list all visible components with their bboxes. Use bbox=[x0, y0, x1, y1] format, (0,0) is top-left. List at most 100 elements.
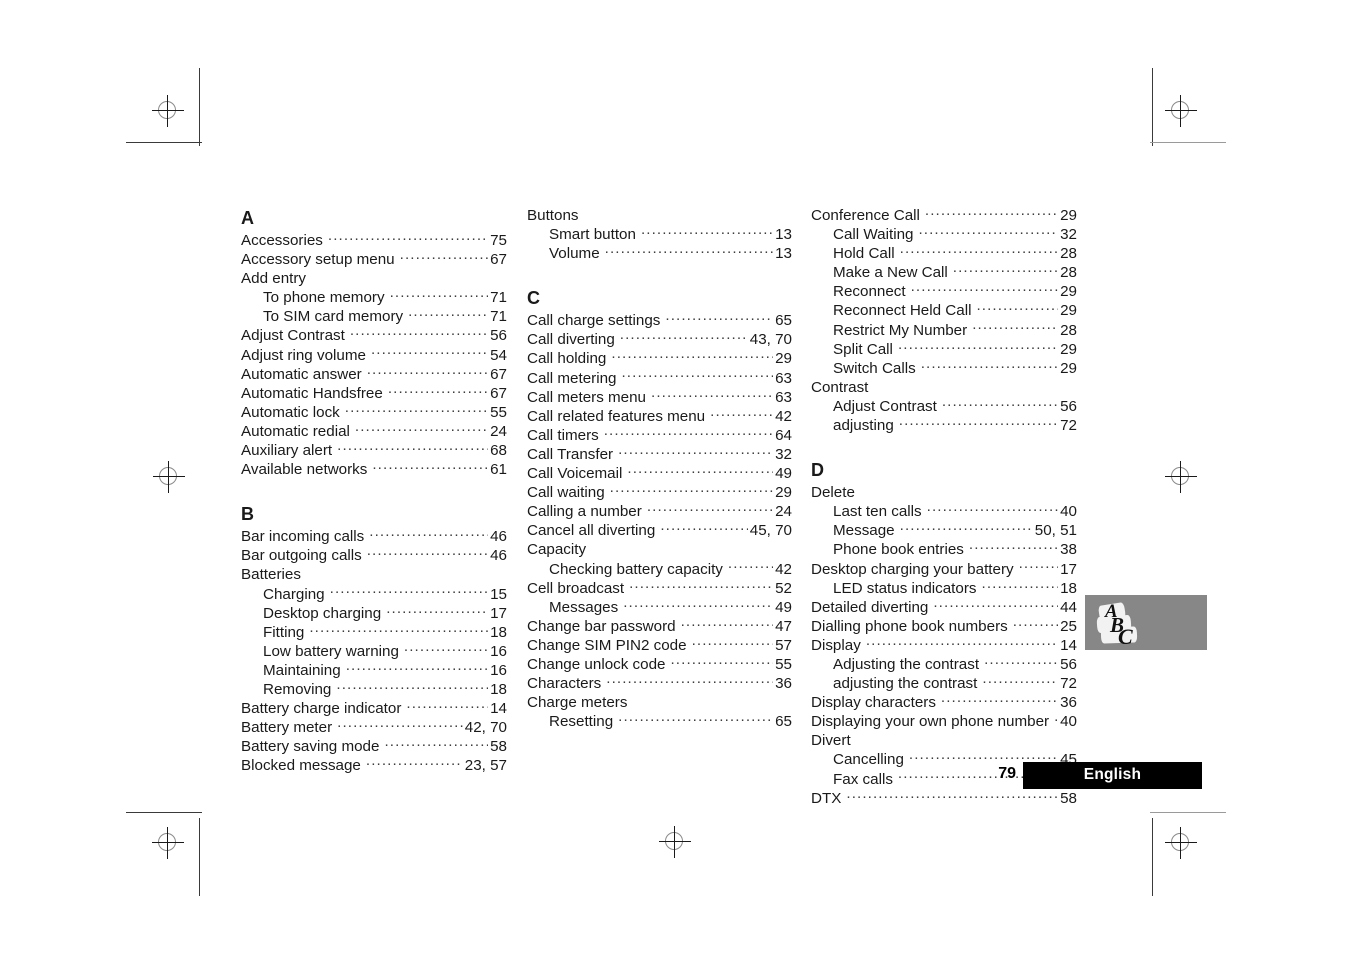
index-entry: Call charge settings 65 bbox=[527, 311, 792, 330]
index-entry-leader-dots bbox=[900, 521, 1033, 535]
index-entry-label: Delete bbox=[811, 484, 855, 502]
index-entry-label: Messages bbox=[549, 598, 619, 616]
index-entry: Change unlock code 55 bbox=[527, 655, 792, 674]
index-entry-label: Call Transfer bbox=[527, 445, 614, 463]
index-entry-label: Split Call bbox=[833, 340, 893, 358]
index-entry-label: Contrast bbox=[811, 378, 869, 396]
index-entry-page-number: 71 bbox=[490, 308, 507, 326]
index-entry-label: adjusting the contrast bbox=[833, 675, 978, 693]
index-entry: Make a New Call 28 bbox=[811, 263, 1077, 282]
index-entry-label: Last ten calls bbox=[833, 503, 922, 521]
index-entry-label: Removing bbox=[263, 680, 332, 698]
index-entry: Add entry bbox=[241, 269, 507, 288]
index-entry-leader-dots bbox=[371, 346, 488, 360]
index-entry-leader-dots bbox=[911, 282, 1058, 296]
index-entry-label: Fitting bbox=[263, 623, 305, 641]
index-entry-leader-dots bbox=[665, 311, 773, 325]
index-entry: Cancel all diverting 45, 70 bbox=[527, 521, 792, 540]
index-entry-label: Adjusting the contrast bbox=[833, 655, 980, 673]
index-entry: Call waiting 29 bbox=[527, 483, 792, 502]
index-entry-page-number: 65 bbox=[775, 713, 792, 731]
index-entry-page-number: 57 bbox=[775, 636, 792, 654]
index-entry-label: Bar incoming calls bbox=[241, 528, 365, 546]
index-entry: Phone book entries 38 bbox=[811, 540, 1077, 559]
index-entry-leader-dots bbox=[692, 636, 774, 650]
index-entry-page-number: 17 bbox=[490, 604, 507, 622]
index-entry-page-number: 32 bbox=[1060, 226, 1077, 244]
index-entry: Bar outgoing calls 46 bbox=[241, 546, 507, 565]
index-entry-page-number: 36 bbox=[1060, 694, 1077, 712]
index-entry-page-number: 14 bbox=[1060, 636, 1077, 654]
index-entry-leader-dots bbox=[921, 359, 1058, 373]
index-entry-page-number: 55 bbox=[775, 655, 792, 673]
index-entry: Call timers 64 bbox=[527, 426, 792, 445]
index-entry-label: Add entry bbox=[241, 270, 307, 288]
index-entry: Volume 13 bbox=[527, 244, 792, 263]
index-entry: Adjust ring volume 54 bbox=[241, 346, 507, 365]
index-entry-leader-dots bbox=[627, 464, 773, 478]
index-entry: Automatic answer 67 bbox=[241, 365, 507, 384]
index-entry-label: Call Waiting bbox=[833, 226, 914, 244]
index-entry-label: Change SIM PIN2 code bbox=[527, 636, 687, 654]
index-entry-page-number: 56 bbox=[1060, 655, 1077, 673]
index-entry-label: Reconnect bbox=[833, 283, 906, 301]
index-entry-page-number: 67 bbox=[490, 384, 507, 402]
index-entry-page-number: 56 bbox=[490, 327, 507, 345]
index-entry: Call meters menu 63 bbox=[527, 388, 792, 407]
index-entry: Automatic Handsfree 67 bbox=[241, 384, 507, 403]
index-entry-label: Capacity bbox=[527, 541, 587, 559]
index-entry-leader-dots bbox=[846, 789, 1058, 803]
index-entry-label: To phone memory bbox=[263, 289, 385, 307]
index-entry-leader-dots bbox=[629, 579, 773, 593]
index-entry-leader-dots bbox=[618, 445, 773, 459]
index-entry: Hold Call 28 bbox=[811, 244, 1077, 263]
index-entry-leader-dots bbox=[969, 540, 1058, 554]
index-entry-page-number: 28 bbox=[1060, 264, 1077, 282]
index-entry: Restrict My Number 28 bbox=[811, 321, 1077, 340]
index-entry: Low battery warning 16 bbox=[241, 642, 507, 661]
index-entry-leader-dots bbox=[337, 718, 463, 732]
index-entry: Displaying your own phone number 40 bbox=[811, 712, 1077, 731]
index-entry-label: Display characters bbox=[811, 694, 936, 712]
index-entry: Split Call 29 bbox=[811, 340, 1077, 359]
index-entry-page-number: 61 bbox=[490, 461, 507, 479]
index-entry-label: Displaying your own phone number bbox=[811, 713, 1050, 731]
index-entry: Characters 36 bbox=[527, 674, 792, 693]
index-entry: Dialling phone book numbers 25 bbox=[811, 617, 1077, 636]
index-entry: Delete bbox=[811, 483, 1077, 502]
index-entry-label: Call meters menu bbox=[527, 388, 647, 406]
index-entry-leader-dots bbox=[623, 598, 773, 612]
index-entry-leader-dots bbox=[336, 680, 488, 694]
index-entry-label: Auxiliary alert bbox=[241, 442, 333, 460]
index-entry-label: Make a New Call bbox=[833, 264, 948, 282]
index-entry: Battery saving mode 58 bbox=[241, 737, 507, 756]
index-entry-leader-dots bbox=[400, 250, 488, 264]
index-entry-leader-dots bbox=[610, 483, 773, 497]
index-entry-label: Change bar password bbox=[527, 617, 676, 635]
index-entry-page-number: 29 bbox=[1060, 302, 1077, 320]
index-entry-page-number: 38 bbox=[1060, 541, 1077, 559]
index-entry-page-number: 24 bbox=[775, 503, 792, 521]
index-entry: To SIM card memory 71 bbox=[241, 307, 507, 326]
index-entry-page-number: 45, 70 bbox=[749, 522, 792, 540]
index-entry-leader-dots bbox=[408, 307, 488, 321]
index-entry-label: Volume bbox=[549, 245, 600, 263]
index-entry-label: Accessory setup menu bbox=[241, 251, 395, 269]
index-entry-page-number: 42 bbox=[775, 560, 792, 578]
index-entry-page-number: 55 bbox=[490, 403, 507, 421]
index-entry: Bar incoming calls 46 bbox=[241, 527, 507, 546]
page-footer: 79 English bbox=[988, 762, 1202, 789]
index-entry-label: Characters bbox=[527, 675, 602, 693]
index-entry: Automatic redial 24 bbox=[241, 422, 507, 441]
index-entry-label: Call waiting bbox=[527, 484, 605, 502]
index-entry-leader-dots bbox=[620, 330, 748, 344]
index-entry-label: Change unlock code bbox=[527, 655, 666, 673]
index-entry-label: To SIM card memory bbox=[263, 308, 404, 326]
index-entry-label: Checking battery capacity bbox=[549, 560, 723, 578]
index-entry-page-number: 52 bbox=[775, 579, 792, 597]
index-entry-page-number: 50, 51 bbox=[1034, 522, 1077, 540]
index-entry-label: Automatic Handsfree bbox=[241, 384, 383, 402]
index-entry-page-number: 40 bbox=[1060, 503, 1077, 521]
index-entry-label: Desktop charging your battery bbox=[811, 560, 1014, 578]
index-entry: adjusting 72 bbox=[811, 416, 1077, 435]
